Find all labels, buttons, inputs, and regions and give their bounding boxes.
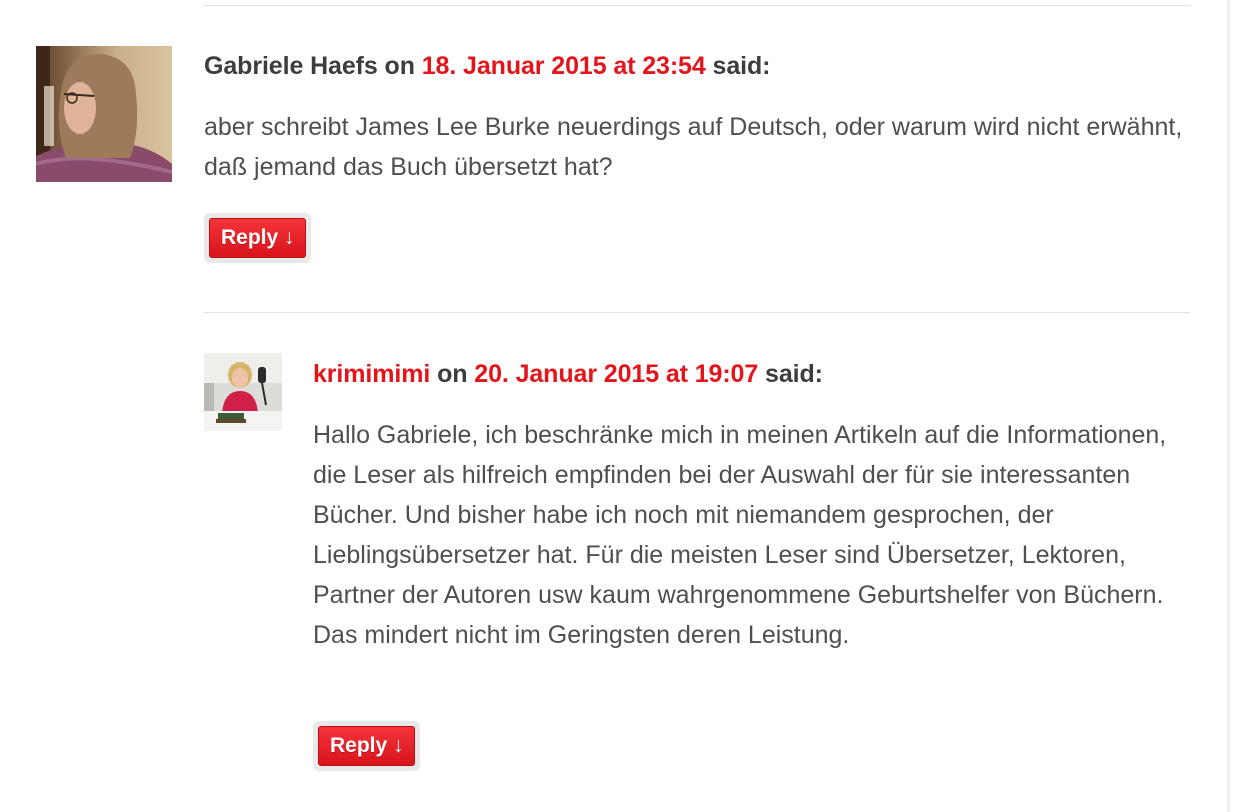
page-right-border — [1227, 0, 1230, 812]
avatar[interactable] — [204, 353, 282, 431]
comment-on-word: on — [437, 360, 468, 388]
comment-author: Gabriele Haefs — [204, 52, 378, 80]
reply-button-frame: Reply ↓ — [204, 213, 311, 263]
comment-divider — [204, 312, 1190, 313]
comment-on-word: on — [384, 52, 415, 80]
person-with-microphone-photo-icon — [204, 353, 282, 431]
comment-text: aber schreibt James Lee Burke neuerdings… — [204, 113, 1183, 181]
reply-button[interactable]: Reply ↓ — [318, 726, 415, 766]
comment-date-link[interactable]: 18. Januar 2015 at 23:54 — [422, 52, 706, 80]
top-divider — [204, 5, 1190, 6]
comment-text: Hallo Gabriele, ich beschränke mich in m… — [313, 421, 1167, 649]
comment-date-link[interactable]: 20. Januar 2015 at 19:07 — [474, 360, 758, 388]
comment-said: said: — [765, 360, 823, 388]
comment-author-link[interactable]: krimimimi — [313, 360, 430, 388]
reply-button-frame: Reply ↓ — [313, 721, 420, 771]
reply-button[interactable]: Reply ↓ — [209, 218, 306, 258]
person-photo-icon — [36, 46, 172, 182]
comment-meta: Gabriele Haefs on 18. Januar 2015 at 23:… — [204, 52, 770, 81]
comment-said: said: — [712, 52, 771, 80]
comment-meta: krimimimi on 20. Januar 2015 at 19:07 sa… — [313, 360, 823, 389]
avatar[interactable] — [36, 46, 172, 182]
